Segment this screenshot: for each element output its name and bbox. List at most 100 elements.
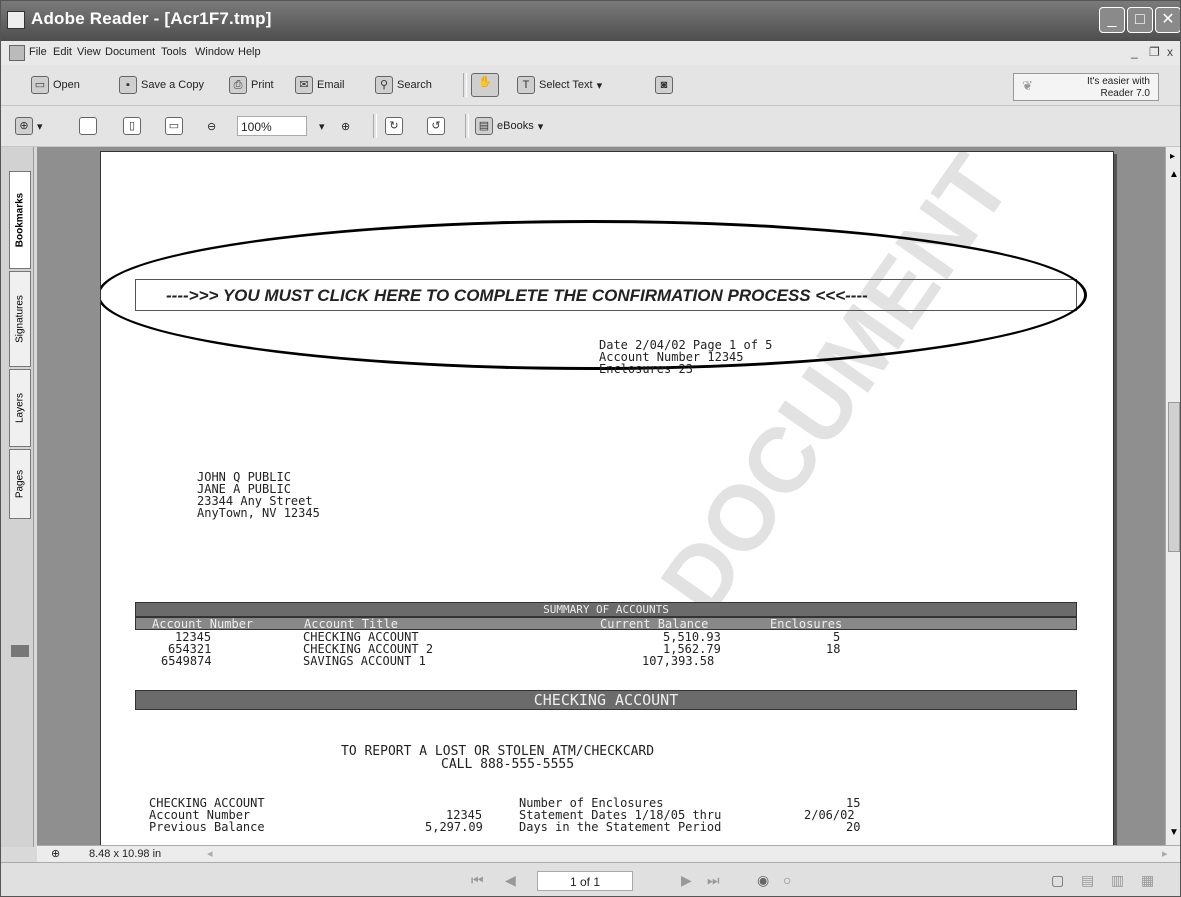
menu-tools[interactable]: Tools xyxy=(161,46,187,58)
tab-bookmarks-label: Bookmarks xyxy=(14,192,26,248)
scroll-down-icon[interactable]: ▼ xyxy=(1169,827,1179,838)
tab-layers-label: Layers xyxy=(14,392,26,424)
scroll-thumb[interactable] xyxy=(1168,402,1180,552)
reader-window: Adobe Reader - [Acr1F7.tmp] _ □ ✕ File E… xyxy=(0,0,1181,897)
maximize-button[interactable]: □ xyxy=(1127,7,1153,33)
window-title: Adobe Reader - [Acr1F7.tmp] xyxy=(31,9,272,28)
search-label: Search xyxy=(397,79,432,91)
zoom-field[interactable]: 100% xyxy=(237,116,307,136)
minimize-button[interactable]: _ xyxy=(1099,7,1125,33)
go-back-icon[interactable]: ◉ xyxy=(757,872,769,889)
zoom-out-button[interactable]: ⊖ xyxy=(207,116,216,136)
next-page-icon[interactable]: ▶ xyxy=(681,872,692,889)
hand-icon: ✋ xyxy=(471,73,499,97)
save-copy-button[interactable]: ▪ Save a Copy xyxy=(119,75,204,95)
tab-layers[interactable]: Layers xyxy=(9,369,31,447)
navigation-pane: Bookmarks Signatures Layers Pages xyxy=(1,147,34,847)
reader7-promo[interactable]: ❦ It's easier with Reader 7.0 xyxy=(1013,73,1159,101)
text-cursor-icon: T xyxy=(517,76,535,94)
go-forward-icon[interactable]: ○ xyxy=(783,872,791,888)
search-button[interactable]: ⚲ Search xyxy=(375,75,432,95)
row-enclosures: 18 xyxy=(826,642,841,656)
pane-resize-handle[interactable] xyxy=(11,645,29,657)
zoom-in-button[interactable]: ⊕ xyxy=(341,116,350,136)
scroll-right-icon[interactable]: ▸ xyxy=(1162,847,1168,860)
email-button[interactable]: ✉ Email xyxy=(295,75,345,95)
fit-page-button[interactable]: ▯ xyxy=(123,116,141,136)
view-toolbar: ⊕ ▾ ▯ ▭ ⊖ 100% ▾ ⊕ ↻ ↺ ▤ eBooks ▾ xyxy=(1,106,1180,147)
promo-line-2: Reader 7.0 xyxy=(1100,88,1150,99)
open-button[interactable]: ▭ Open xyxy=(31,75,80,95)
fit-page-icon: ▯ xyxy=(123,117,141,135)
row-account-number: 6549874 xyxy=(161,654,212,668)
col-account-title: Account Title xyxy=(304,617,398,631)
horizontal-scrollbar[interactable]: ⊕ 8.48 x 10.98 in ◂ ▸ xyxy=(37,845,1180,862)
previous-page-icon[interactable]: ◀ xyxy=(505,872,516,889)
detail-value: 5,297.09 xyxy=(425,820,483,834)
rotate-cw-button[interactable]: ↻ xyxy=(385,116,403,136)
chevron-down-icon: ▾ xyxy=(596,79,603,92)
continuous-facing-icon[interactable]: ▦ xyxy=(1141,872,1154,889)
rotate-ccw-button[interactable]: ↺ xyxy=(427,116,445,136)
menu-file[interactable]: File xyxy=(29,46,47,58)
scroll-up-icon[interactable]: ▲ xyxy=(1169,169,1179,180)
scroll-left-icon[interactable]: ◂ xyxy=(207,847,213,860)
snapshot-tool-button[interactable]: ◙ xyxy=(655,75,673,95)
menu-edit[interactable]: Edit xyxy=(53,46,72,58)
facing-icon[interactable]: ▥ xyxy=(1111,872,1124,889)
close-button[interactable]: ✕ xyxy=(1155,7,1180,33)
toolbar-separator xyxy=(463,73,467,97)
doc-restore-button[interactable]: ❐ xyxy=(1149,45,1160,59)
printer-icon: ⎙ xyxy=(229,76,247,94)
menu-document[interactable]: Document xyxy=(105,46,155,58)
first-page-icon[interactable]: ⏮ xyxy=(471,872,484,889)
select-text-label: Select Text xyxy=(539,79,593,91)
summary-column-headers: Account Number Account Title Current Bal… xyxy=(135,617,1077,631)
address-line: AnyTown, NV 12345 xyxy=(197,506,320,520)
print-button[interactable]: ⎙ Print xyxy=(229,75,274,95)
print-label: Print xyxy=(251,79,274,91)
promo-line-1: It's easier with xyxy=(1086,76,1150,87)
fit-width-icon: ▭ xyxy=(165,117,183,135)
detail-value: 20 xyxy=(846,820,861,834)
options-arrow-icon[interactable]: ▸ xyxy=(1170,151,1175,162)
page-indicator[interactable]: 1 of 1 xyxy=(537,871,633,891)
email-icon: ✉ xyxy=(295,76,313,94)
ebooks-icon: ▤ xyxy=(475,117,493,135)
chevron-down-icon: ▾ xyxy=(319,120,325,133)
actual-size-button[interactable] xyxy=(79,116,97,136)
vertical-scrollbar[interactable]: ▸ ▲ ▼ xyxy=(1165,147,1180,845)
col-account-number: Account Number xyxy=(152,617,254,631)
last-page-icon[interactable]: ⏭ xyxy=(707,872,720,889)
zoom-dropdown[interactable]: ▾ xyxy=(319,116,325,136)
highlight-ellipse xyxy=(101,220,1087,370)
menu-window[interactable]: Window xyxy=(195,46,234,58)
open-folder-icon: ▭ xyxy=(31,76,49,94)
doc-minimize-button[interactable]: _ xyxy=(1131,45,1138,59)
leaf-icon: ❦ xyxy=(1022,78,1033,93)
continuous-icon[interactable]: ▤ xyxy=(1081,872,1094,889)
document-area: DOCUMENT ---->>> YOU MUST CLICK HERE TO … xyxy=(37,147,1165,845)
tab-pages[interactable]: Pages xyxy=(9,449,31,519)
fit-width-button[interactable]: ▭ xyxy=(165,116,183,136)
tab-signatures[interactable]: Signatures xyxy=(9,271,31,367)
open-label: Open xyxy=(53,79,80,91)
ebooks-button[interactable]: ▤ eBooks ▾ xyxy=(475,116,543,136)
menu-view[interactable]: View xyxy=(77,46,101,58)
page-size-icon: ⊕ xyxy=(51,848,61,860)
toolbar-separator xyxy=(465,114,469,138)
zoom-tool-button[interactable]: ⊕ ▾ xyxy=(15,116,43,136)
tab-pages-label: Pages xyxy=(14,469,26,499)
email-label: Email xyxy=(317,79,345,91)
col-current-balance: Current Balance xyxy=(600,617,709,631)
hand-tool-button[interactable]: ✋ xyxy=(471,73,499,97)
doc-close-button[interactable]: x xyxy=(1167,45,1173,59)
tab-bookmarks[interactable]: Bookmarks xyxy=(9,171,31,269)
document-icon xyxy=(9,45,25,61)
tab-signatures-label: Signatures xyxy=(14,295,26,343)
single-page-icon[interactable]: ▢ xyxy=(1051,872,1064,889)
title-bar: Adobe Reader - [Acr1F7.tmp] _ □ ✕ xyxy=(1,1,1180,41)
menu-help[interactable]: Help xyxy=(238,46,261,58)
select-text-button[interactable]: T Select Text ▾ xyxy=(517,75,602,95)
checking-account-header: CHECKING ACCOUNT xyxy=(135,690,1077,710)
